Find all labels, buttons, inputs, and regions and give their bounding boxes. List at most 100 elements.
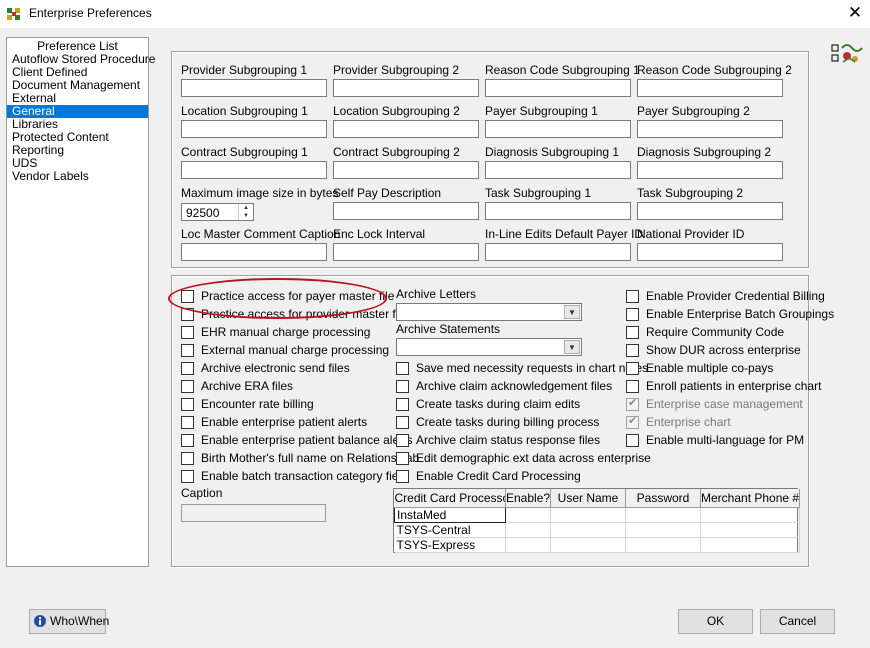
checkbox-edit-demographic-ext[interactable]: Edit demographic ext data across enterpr…	[396, 450, 651, 466]
checkbox-icon[interactable]	[396, 415, 409, 429]
preference-item-vendor-labels[interactable]: Vendor Labels	[7, 170, 148, 183]
checkbox-icon[interactable]	[626, 379, 639, 393]
checkbox-icon[interactable]	[396, 397, 409, 411]
grid-header-user-name[interactable]: User Name	[550, 489, 626, 508]
grid-cell-user-name[interactable]	[550, 507, 626, 523]
loc-master-comment-caption-field[interactable]	[181, 243, 327, 261]
ok-button[interactable]: OK	[678, 609, 753, 634]
checkbox-practice-access-payer[interactable]: Practice access for payer master file	[181, 288, 394, 304]
checkbox-enterprise-patient-alerts[interactable]: Enable enterprise patient alerts	[181, 414, 367, 430]
table-row[interactable]: TSYS-Central	[394, 522, 800, 538]
checkbox-archive-era[interactable]: Archive ERA files	[181, 378, 293, 394]
checkbox-show-dur[interactable]: Show DUR across enterprise	[626, 342, 801, 358]
checkbox-icon[interactable]	[181, 325, 194, 339]
credit-card-processor-grid[interactable]: Credit Card Processor Enable? User Name …	[393, 488, 800, 553]
checkbox-tasks-billing-process[interactable]: Create tasks during billing process	[396, 414, 599, 430]
checkbox-icon[interactable]	[181, 397, 194, 411]
checkbox-archive-electronic-send[interactable]: Archive electronic send files	[181, 360, 350, 376]
archive-statements-dropdown[interactable]: ▼	[396, 338, 582, 356]
cancel-button[interactable]: Cancel	[760, 609, 835, 634]
grid-header-password[interactable]: Password	[625, 489, 701, 508]
contract-subgrouping-2-field[interactable]	[333, 161, 479, 179]
contract-subgrouping-1-field[interactable]	[181, 161, 327, 179]
reason-code-subgrouping-2-field[interactable]	[637, 79, 783, 97]
grid-cell-merchant-phone[interactable]	[700, 507, 800, 523]
provider-subgrouping-1-field[interactable]	[181, 79, 327, 97]
chevron-down-icon[interactable]: ▼	[564, 340, 580, 354]
grid-cell-merchant-phone[interactable]	[700, 537, 800, 553]
checkbox-birth-mother-name[interactable]: Birth Mother's full name on Relations Ta…	[181, 450, 419, 466]
grid-cell-merchant-phone[interactable]	[700, 522, 800, 538]
checkbox-enroll-enterprise-chart[interactable]: Enroll patients in enterprise chart	[626, 378, 821, 394]
grid-cell-processor[interactable]: TSYS-Express	[394, 537, 506, 553]
checkbox-icon[interactable]	[396, 361, 409, 375]
stepper-up-icon[interactable]: ▲	[239, 204, 253, 212]
grid-cell-password[interactable]	[625, 522, 701, 538]
checkbox-icon[interactable]	[181, 361, 194, 375]
checkbox-icon[interactable]	[396, 433, 409, 447]
stepper-down-icon[interactable]: ▼	[239, 212, 253, 220]
task-subgrouping-1-field[interactable]	[485, 202, 631, 220]
checkbox-enterprise-balance-alerts[interactable]: Enable enterprise patient balance alerts	[181, 432, 412, 448]
checkbox-encounter-rate-billing[interactable]: Encounter rate billing	[181, 396, 314, 412]
grid-cell-enable[interactable]	[505, 537, 551, 553]
diagnosis-subgrouping-1-field[interactable]	[485, 161, 631, 179]
table-row[interactable]: TSYS-Express	[394, 537, 800, 553]
table-row[interactable]: InstaMed	[394, 506, 800, 523]
checkbox-icon[interactable]	[181, 451, 194, 465]
checkbox-icon[interactable]	[181, 469, 194, 483]
grid-cell-processor[interactable]: InstaMed	[394, 506, 506, 523]
location-subgrouping-1-field[interactable]	[181, 120, 327, 138]
checkbox-icon[interactable]	[626, 289, 639, 303]
checkbox-require-community-code[interactable]: Require Community Code	[626, 324, 784, 340]
checkbox-multiple-copays[interactable]: Enable multiple co-pays	[626, 360, 773, 376]
checkbox-icon[interactable]	[396, 379, 409, 393]
grid-header-enable[interactable]: Enable?	[505, 489, 551, 508]
payer-subgrouping-2-field[interactable]	[637, 120, 783, 138]
grid-cell-enable[interactable]	[505, 507, 551, 523]
inline-edits-default-payer-id-field[interactable]	[485, 243, 631, 261]
checkbox-external-manual-charge[interactable]: External manual charge processing	[181, 342, 389, 358]
task-subgrouping-2-field[interactable]	[637, 202, 783, 220]
checkbox-icon[interactable]	[181, 433, 194, 447]
self-pay-description-field[interactable]	[333, 202, 479, 220]
checkbox-icon[interactable]	[181, 307, 194, 321]
checkbox-icon[interactable]	[396, 469, 409, 483]
grid-cell-user-name[interactable]	[550, 537, 626, 553]
preference-list[interactable]: Preference List Autoflow Stored Procedur…	[6, 37, 155, 567]
checkbox-practice-access-provider[interactable]: Practice access for provider master file	[181, 306, 408, 322]
checkbox-credit-card-processing[interactable]: Enable Credit Card Processing	[396, 468, 581, 484]
checkbox-icon[interactable]	[181, 343, 194, 357]
provider-subgrouping-2-field[interactable]	[333, 79, 479, 97]
grid-cell-password[interactable]	[625, 537, 701, 553]
checkbox-enterprise-batch-groupings[interactable]: Enable Enterprise Batch Groupings	[626, 306, 834, 322]
grid-header-merchant-phone[interactable]: Merchant Phone #	[700, 489, 800, 508]
reason-code-subgrouping-1-field[interactable]	[485, 79, 631, 97]
enc-lock-interval-field[interactable]	[333, 243, 479, 261]
checkbox-ehr-manual-charge[interactable]: EHR manual charge processing	[181, 324, 370, 340]
checkbox-icon[interactable]	[626, 307, 639, 321]
checkbox-archive-claim-ack[interactable]: Archive claim acknowledgement files	[396, 378, 612, 394]
archive-letters-dropdown[interactable]: ▼	[396, 303, 582, 321]
checkbox-tasks-claim-edits[interactable]: Create tasks during claim edits	[396, 396, 580, 412]
checkbox-multi-language-pm[interactable]: Enable multi-language for PM	[626, 432, 804, 448]
chevron-down-icon[interactable]: ▼	[564, 305, 580, 319]
checkbox-icon[interactable]	[181, 415, 194, 429]
who-when-button[interactable]: Who\When	[29, 609, 109, 634]
checkbox-archive-claim-status[interactable]: Archive claim status response files	[396, 432, 600, 448]
national-provider-id-field[interactable]	[637, 243, 783, 261]
checkbox-icon[interactable]	[181, 379, 194, 393]
close-icon[interactable]: ✕	[840, 0, 870, 28]
tools-icon[interactable]	[831, 42, 863, 66]
grid-header-processor[interactable]: Credit Card Processor	[394, 489, 506, 508]
checkbox-provider-credential-billing[interactable]: Enable Provider Credential Billing	[626, 288, 825, 304]
checkbox-icon[interactable]	[181, 289, 194, 303]
checkbox-save-med-necessity[interactable]: Save med necessity requests in chart not…	[396, 360, 648, 376]
grid-cell-processor[interactable]: TSYS-Central	[394, 522, 506, 538]
checkbox-icon[interactable]	[626, 433, 639, 447]
checkbox-batch-transaction-category[interactable]: Enable batch transaction category field	[181, 468, 408, 484]
checkbox-icon[interactable]	[396, 451, 409, 465]
grid-cell-enable[interactable]	[505, 522, 551, 538]
checkbox-icon[interactable]	[626, 361, 639, 375]
grid-cell-password[interactable]	[625, 507, 701, 523]
